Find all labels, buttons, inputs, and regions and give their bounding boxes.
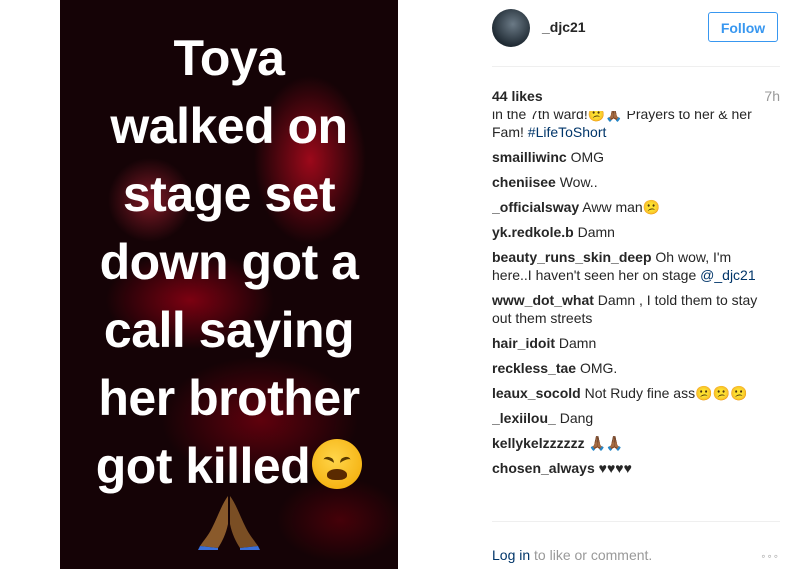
list-item: www_dot_what Damn , I told them to stay … — [492, 291, 772, 327]
login-link[interactable]: Log in — [492, 547, 530, 563]
comment-text: OMG. — [579, 360, 618, 376]
likes-count[interactable]: 44 likes — [492, 88, 543, 104]
list-item: hair_idoit Damn — [492, 334, 772, 352]
caption-line: call saying — [103, 302, 355, 358]
caption-line-last: got killed — [60, 432, 398, 500]
post-time[interactable]: 7h — [764, 88, 780, 104]
username-link[interactable]: _djc21 — [542, 19, 586, 35]
login-prompt-text: to like or comment. — [530, 547, 653, 563]
post-image[interactable]: Toya walked on stage set down got a call… — [60, 0, 398, 569]
comment-user[interactable]: beauty_runs_skin_deep — [492, 249, 652, 265]
comment-user[interactable]: _lexiilou_ — [492, 410, 556, 426]
comment-user[interactable]: chosen_always — [492, 460, 595, 476]
post-header: _djc21 Follow — [492, 0, 780, 67]
comment-text: Aww man😕 — [582, 199, 661, 215]
caption-line: down got a — [99, 234, 359, 290]
list-item: reckless_tae OMG. — [492, 359, 772, 377]
avatar[interactable] — [492, 9, 530, 47]
comment-user[interactable]: hair_idoit — [492, 335, 555, 351]
follow-button[interactable]: Follow — [708, 12, 778, 42]
comment-text: Dang — [559, 410, 594, 426]
comment-text: Damn — [577, 224, 615, 240]
comment-user[interactable]: smailliwinc — [492, 149, 567, 165]
folded-hands-icon — [198, 496, 260, 550]
weary-face-icon — [312, 439, 363, 489]
comments-scroll-area[interactable]: in the 7th ward!😕🙏🏾 Prayers to her & her… — [492, 111, 780, 521]
comment-user[interactable]: www_dot_what — [492, 292, 594, 308]
caption-line: her brother — [98, 370, 360, 426]
comment-list: in the 7th ward!😕🙏🏾 Prayers to her & her… — [492, 111, 772, 484]
more-options-icon[interactable]: ◦◦◦ — [761, 549, 780, 563]
caption-line: Toya — [173, 30, 286, 86]
caption-text: got killed — [95, 438, 311, 494]
list-item: smailliwinc OMG — [492, 148, 772, 166]
list-item: leaux_socold Not Rudy fine ass😕😕😕 — [492, 384, 772, 402]
comment-user[interactable]: yk.redkole.b — [492, 224, 574, 240]
list-item: cheniisee Wow.. — [492, 173, 772, 191]
caption-line: walked on — [110, 98, 348, 154]
list-item: beauty_runs_skin_deep Oh wow, I'm here..… — [492, 248, 772, 284]
comment-text: ♥♥♥♥ — [598, 460, 632, 476]
comment-text: Not Rudy fine ass😕😕😕 — [584, 385, 748, 401]
comment-user[interactable]: kellykelzzzzzz — [492, 435, 585, 451]
comment-text: Wow.. — [559, 174, 598, 190]
list-item: chosen_always ♥♥♥♥ — [492, 459, 772, 477]
list-item: kellykelzzzzzz 🙏🏾🙏🏾 — [492, 434, 772, 452]
list-item: _officialsway Aww man😕 — [492, 198, 772, 216]
comment-user[interactable]: leaux_socold — [492, 385, 581, 401]
caption-comment: in the 7th ward!😕🙏🏾 Prayers to her & her… — [492, 111, 772, 141]
post-sidebar: _djc21 Follow 44 likes 7h in the 7th war… — [492, 0, 780, 569]
list-item: yk.redkole.b Damn — [492, 223, 772, 241]
caption-line: stage set — [122, 166, 336, 222]
mention-link[interactable]: @_djc21 — [700, 267, 755, 283]
comment-user[interactable]: reckless_tae — [492, 360, 576, 376]
divider — [492, 521, 780, 522]
login-prompt: Log in to like or comment. — [492, 547, 652, 563]
list-item: _lexiilou_ Dang — [492, 409, 772, 427]
comment-text: OMG — [570, 149, 605, 165]
hashtag-link[interactable]: #LifeToShort — [528, 124, 607, 140]
page-margin — [0, 0, 60, 569]
comment-user[interactable]: _officialsway — [492, 199, 579, 215]
image-caption: Toya walked on stage set down got a call… — [60, 24, 398, 500]
comment-text: 🙏🏾🙏🏾 — [588, 435, 624, 451]
comment-text: Damn — [558, 335, 597, 351]
comment-user[interactable]: cheniisee — [492, 174, 556, 190]
